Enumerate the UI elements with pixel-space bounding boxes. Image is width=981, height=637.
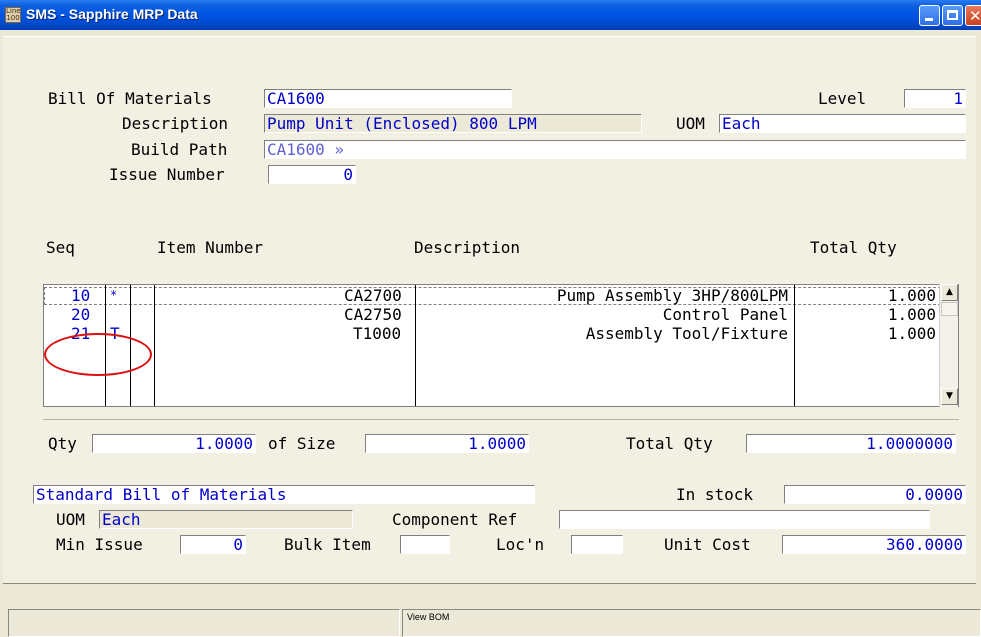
issue-number-field[interactable]: 0 — [268, 165, 356, 184]
total-qty-field[interactable]: 1.0000000 — [746, 434, 956, 453]
seq-cell[interactable]: 10 — [71, 287, 90, 305]
col-header-seq[interactable]: Seq — [46, 238, 75, 257]
total-qty-label: Total Qty — [626, 434, 713, 453]
uom-field[interactable]: Each — [719, 114, 966, 133]
grid-divider — [794, 285, 795, 406]
description-cell[interactable]: Assembly Tool/Fixture — [586, 325, 788, 343]
component-ref-label: Component Ref — [392, 510, 518, 529]
minimize-button[interactable] — [919, 5, 940, 26]
in-stock-label: In stock — [676, 485, 754, 504]
title-bar[interactable]: Line 100 SMS - Sapphire MRP Data ✕ — [0, 0, 981, 30]
close-icon: ✕ — [969, 7, 981, 25]
unit-cost-field[interactable]: 360.0000 — [782, 535, 966, 554]
seq-cell[interactable]: 20 — [71, 306, 90, 324]
description-field[interactable]: Pump Unit (Enclosed) 800 LPM — [264, 114, 642, 133]
col-header-description[interactable]: Description — [414, 238, 520, 257]
status-pane-mode: View BOM — [402, 609, 981, 637]
status-pane-main — [8, 609, 400, 637]
component-ref-field[interactable] — [559, 510, 930, 529]
maximize-button[interactable] — [942, 5, 963, 26]
min-issue-field[interactable]: 0 — [180, 535, 246, 554]
bulk-item-label: Bulk Item — [284, 535, 371, 554]
level-field[interactable]: 1 — [904, 89, 966, 108]
build-path-label: Build Path — [131, 140, 228, 159]
item-number-cell[interactable]: CA2700 — [344, 287, 402, 305]
bom-type-field[interactable]: Standard Bill of Materials — [33, 485, 535, 504]
scroll-thumb[interactable] — [941, 302, 958, 316]
total-qty-cell[interactable]: 1.000 — [888, 287, 936, 305]
window-title: SMS - Sapphire MRP Data — [26, 6, 198, 22]
size-field[interactable]: 1.0000 — [365, 434, 529, 453]
item-number-cell[interactable]: CA2750 — [344, 306, 402, 324]
item-number-cell[interactable]: T1000 — [353, 325, 401, 343]
bulk-item-field[interactable] — [400, 535, 450, 554]
detail-uom-field[interactable]: Each — [99, 510, 353, 529]
separator — [43, 419, 959, 420]
grid-divider — [154, 285, 155, 406]
locn-label: Loc'n — [496, 535, 545, 554]
build-path-field[interactable]: CA1600 » — [264, 140, 966, 159]
annotation-circle — [44, 333, 152, 376]
bom-field[interactable]: CA1600 — [264, 89, 512, 108]
close-button[interactable]: ✕ — [965, 5, 981, 26]
description-label: Description — [122, 114, 228, 133]
scroll-down-button[interactable]: ▼ — [941, 388, 958, 405]
col-header-total-qty[interactable]: Total Qty — [810, 238, 897, 257]
col-header-item-number[interactable]: Item Number — [157, 238, 263, 257]
status-bar: View BOM — [8, 609, 981, 637]
grid-divider — [415, 285, 416, 406]
total-qty-cell[interactable]: 1.000 — [888, 325, 936, 343]
app-window: Line 100 SMS - Sapphire MRP Data ✕ Bill … — [0, 0, 981, 637]
detail-uom-label: UOM — [56, 510, 85, 529]
total-qty-cell[interactable]: 1.000 — [888, 306, 936, 324]
issue-number-label: Issue Number — [109, 165, 225, 184]
description-cell[interactable]: Pump Assembly 3HP/800LPM — [557, 287, 788, 305]
qty-label: Qty — [48, 434, 77, 453]
description-cell[interactable]: Control Panel — [663, 306, 788, 324]
uom-label: UOM — [676, 114, 705, 133]
selected-row-outline — [44, 287, 941, 305]
minimize-icon — [925, 18, 933, 21]
arrow-down-icon: ▼ — [946, 391, 953, 401]
build-path-value[interactable]: CA1600 » — [267, 141, 344, 158]
scroll-up-button[interactable]: ▲ — [941, 284, 958, 301]
maximize-icon — [947, 10, 958, 20]
arrow-up-icon: ▲ — [946, 287, 953, 297]
bom-label: Bill Of Materials — [48, 89, 212, 108]
grid-scrollbar[interactable]: ▲ ▼ — [939, 284, 958, 407]
level-label: Level — [818, 89, 867, 108]
bom-grid[interactable]: 10 * CA2700 Pump Assembly 3HP/800LPM 1.0… — [43, 284, 959, 407]
of-size-label: of Size — [268, 434, 336, 453]
qty-field[interactable]: 1.0000 — [92, 434, 256, 453]
min-issue-label: Min Issue — [56, 535, 143, 554]
app-icon[interactable]: Line 100 — [5, 7, 21, 23]
in-stock-field[interactable]: 0.0000 — [784, 485, 966, 504]
locn-field[interactable] — [571, 535, 623, 554]
unit-cost-label: Unit Cost — [664, 535, 751, 554]
flag-cell[interactable]: * — [110, 286, 117, 304]
